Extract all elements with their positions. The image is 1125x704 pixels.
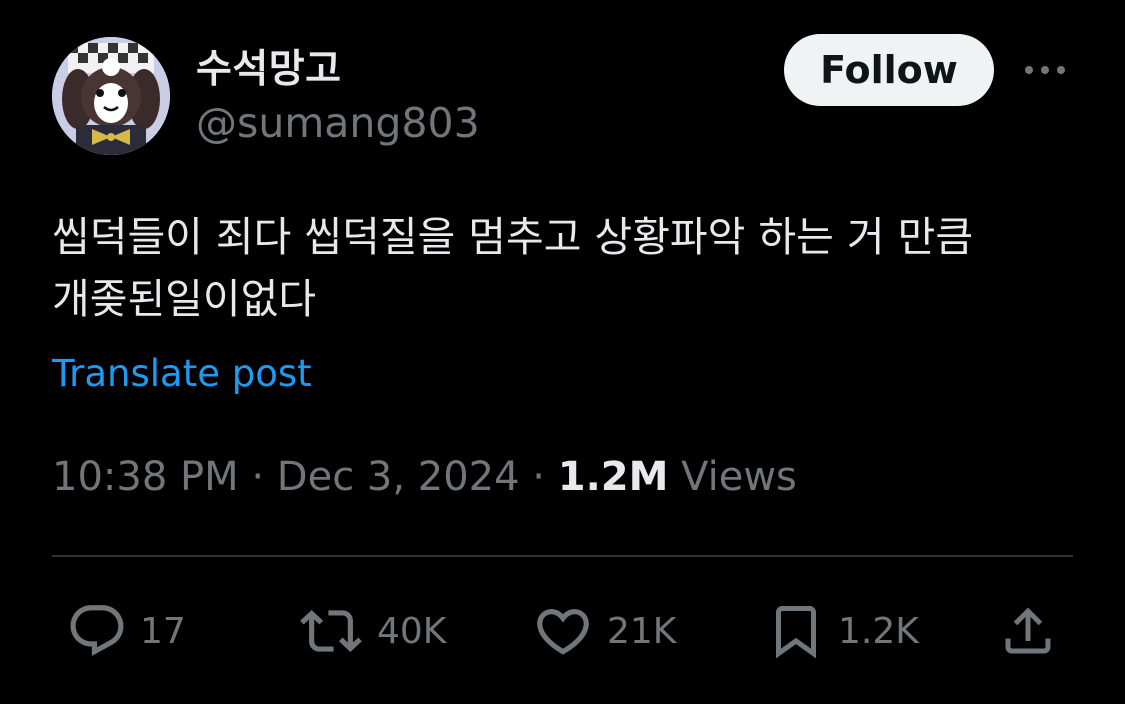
share-icon xyxy=(1005,607,1051,654)
tweet-date[interactable]: Dec 3, 2024 xyxy=(277,454,520,500)
translate-post-link[interactable]: Translate post xyxy=(52,352,312,395)
reply-count: 17 xyxy=(140,610,186,652)
views-count: 1.2M xyxy=(557,454,669,500)
bookmark-icon xyxy=(776,606,816,659)
share-button[interactable] xyxy=(998,600,1058,662)
retweet-count: 40K xyxy=(377,610,447,652)
avatar-image xyxy=(52,37,170,155)
more-icon xyxy=(1025,66,1065,74)
meta-separator: · xyxy=(238,454,277,500)
bookmark-button[interactable]: 1.2K xyxy=(766,600,919,662)
display-name[interactable]: 수석망고 xyxy=(196,38,342,94)
follow-button[interactable]: Follow xyxy=(784,34,994,106)
avatar[interactable] xyxy=(52,37,170,155)
like-count: 21K xyxy=(607,610,677,652)
reply-button[interactable]: 17 xyxy=(66,600,186,662)
meta-separator: · xyxy=(519,454,558,500)
heart-icon xyxy=(537,609,589,655)
tweet-meta: 10:38 PM · Dec 3, 2024 · 1.2M Views xyxy=(52,454,797,500)
reply-icon xyxy=(70,605,124,657)
tweet-text: 씹덕들이 죄다 씹덕질을 멈추고 상황파악 하는 거 만큼 개좆된일이없다 xyxy=(52,213,974,323)
views-label: Views xyxy=(681,454,797,500)
divider xyxy=(52,555,1073,557)
user-handle[interactable]: @sumang803 xyxy=(196,99,480,147)
retweet-icon xyxy=(300,610,362,652)
bookmark-count: 1.2K xyxy=(838,610,919,652)
tweet-time[interactable]: 10:38 PM xyxy=(52,454,239,500)
retweet-button[interactable]: 40K xyxy=(297,600,446,662)
like-button[interactable]: 21K xyxy=(531,600,676,662)
more-options-button[interactable] xyxy=(1018,50,1072,90)
